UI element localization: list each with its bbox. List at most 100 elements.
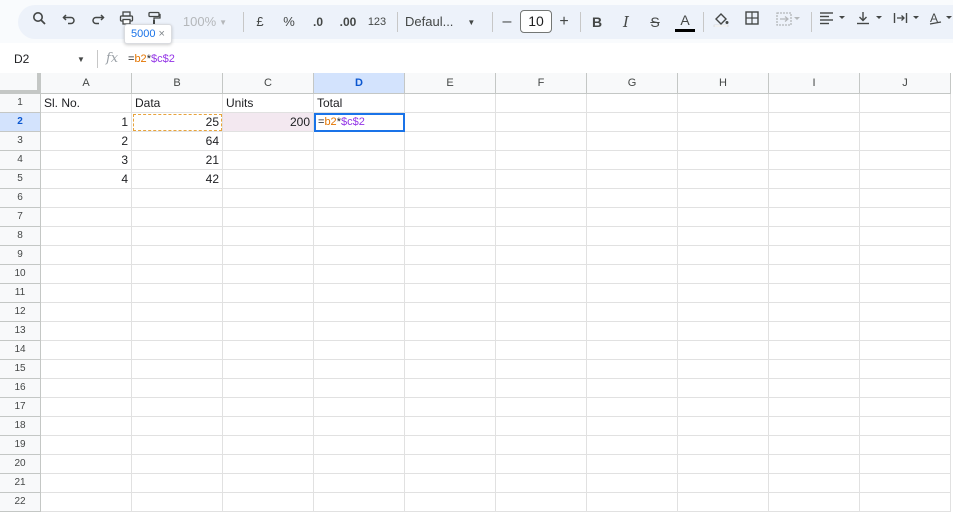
cell-b16[interactable] [132, 379, 223, 398]
cell-b3[interactable]: 64 [132, 132, 223, 151]
cell-h9[interactable] [678, 246, 769, 265]
cell-e8[interactable] [405, 227, 496, 246]
cell-j10[interactable] [860, 265, 951, 284]
cell-c9[interactable] [223, 246, 314, 265]
cell-i6[interactable] [769, 189, 860, 208]
cell-d22[interactable] [314, 493, 405, 512]
cell-j15[interactable] [860, 360, 951, 379]
cell-j9[interactable] [860, 246, 951, 265]
cell-h5[interactable] [678, 170, 769, 189]
row-header-4[interactable]: 4 [0, 151, 41, 170]
cell-e21[interactable] [405, 474, 496, 493]
cell-h17[interactable] [678, 398, 769, 417]
cell-a12[interactable] [41, 303, 132, 322]
cell-j4[interactable] [860, 151, 951, 170]
row-header-17[interactable]: 17 [0, 398, 41, 417]
cell-a19[interactable] [41, 436, 132, 455]
cell-h18[interactable] [678, 417, 769, 436]
cell-d11[interactable] [314, 284, 405, 303]
cell-e17[interactable] [405, 398, 496, 417]
cell-a9[interactable] [41, 246, 132, 265]
row-header-15[interactable]: 15 [0, 360, 41, 379]
merge-cells-button[interactable] [773, 11, 805, 33]
cell-c15[interactable] [223, 360, 314, 379]
row-header-10[interactable]: 10 [0, 265, 41, 284]
fill-color-button[interactable] [712, 11, 730, 33]
cell-h22[interactable] [678, 493, 769, 512]
cell-h14[interactable] [678, 341, 769, 360]
cell-i9[interactable] [769, 246, 860, 265]
percent-format-button[interactable]: % [280, 11, 298, 33]
cell-c3[interactable] [223, 132, 314, 151]
strikethrough-button[interactable]: S [646, 11, 664, 33]
italic-button[interactable]: I [617, 11, 635, 33]
cell-d19[interactable] [314, 436, 405, 455]
cell-j13[interactable] [860, 322, 951, 341]
cell-b12[interactable] [132, 303, 223, 322]
cell-g9[interactable] [587, 246, 678, 265]
cell-b19[interactable] [132, 436, 223, 455]
search-menus-button[interactable] [30, 11, 48, 33]
cell-a18[interactable] [41, 417, 132, 436]
cell-a16[interactable] [41, 379, 132, 398]
row-header-14[interactable]: 14 [0, 341, 41, 360]
column-header-j[interactable]: J [860, 73, 951, 94]
cell-d12[interactable] [314, 303, 405, 322]
cell-f1[interactable] [496, 94, 587, 113]
cell-h8[interactable] [678, 227, 769, 246]
cell-d7[interactable] [314, 208, 405, 227]
cell-f5[interactable] [496, 170, 587, 189]
cell-g5[interactable] [587, 170, 678, 189]
cell-c5[interactable] [223, 170, 314, 189]
cell-c4[interactable] [223, 151, 314, 170]
row-header-18[interactable]: 18 [0, 417, 41, 436]
cell-g14[interactable] [587, 341, 678, 360]
cell-e22[interactable] [405, 493, 496, 512]
cell-e4[interactable] [405, 151, 496, 170]
cell-c22[interactable] [223, 493, 314, 512]
cell-b22[interactable] [132, 493, 223, 512]
cell-a22[interactable] [41, 493, 132, 512]
cell-a5[interactable]: 4 [41, 170, 132, 189]
cell-c17[interactable] [223, 398, 314, 417]
cell-f7[interactable] [496, 208, 587, 227]
cell-c19[interactable] [223, 436, 314, 455]
cell-e14[interactable] [405, 341, 496, 360]
cell-b15[interactable] [132, 360, 223, 379]
cell-g12[interactable] [587, 303, 678, 322]
cell-b10[interactable] [132, 265, 223, 284]
cell-e15[interactable] [405, 360, 496, 379]
cell-e13[interactable] [405, 322, 496, 341]
cell-a20[interactable] [41, 455, 132, 474]
cell-a10[interactable] [41, 265, 132, 284]
cell-e6[interactable] [405, 189, 496, 208]
cell-b18[interactable] [132, 417, 223, 436]
redo-button[interactable] [89, 11, 107, 33]
cell-a6[interactable] [41, 189, 132, 208]
cell-i13[interactable] [769, 322, 860, 341]
cell-j3[interactable] [860, 132, 951, 151]
row-header-8[interactable]: 8 [0, 227, 41, 246]
cell-i12[interactable] [769, 303, 860, 322]
text-color-button[interactable]: A [675, 11, 695, 32]
cell-g11[interactable] [587, 284, 678, 303]
cell-i20[interactable] [769, 455, 860, 474]
cell-c14[interactable] [223, 341, 314, 360]
cell-a17[interactable] [41, 398, 132, 417]
cell-f21[interactable] [496, 474, 587, 493]
cell-c18[interactable] [223, 417, 314, 436]
cell-i16[interactable] [769, 379, 860, 398]
cell-g10[interactable] [587, 265, 678, 284]
column-header-c[interactable]: C [223, 73, 314, 94]
cell-i4[interactable] [769, 151, 860, 170]
cell-c21[interactable] [223, 474, 314, 493]
cell-f9[interactable] [496, 246, 587, 265]
cell-e1[interactable] [405, 94, 496, 113]
cell-d8[interactable] [314, 227, 405, 246]
cell-j20[interactable] [860, 455, 951, 474]
cell-a21[interactable] [41, 474, 132, 493]
cell-d16[interactable] [314, 379, 405, 398]
cell-h12[interactable] [678, 303, 769, 322]
row-header-3[interactable]: 3 [0, 132, 41, 151]
cell-g22[interactable] [587, 493, 678, 512]
